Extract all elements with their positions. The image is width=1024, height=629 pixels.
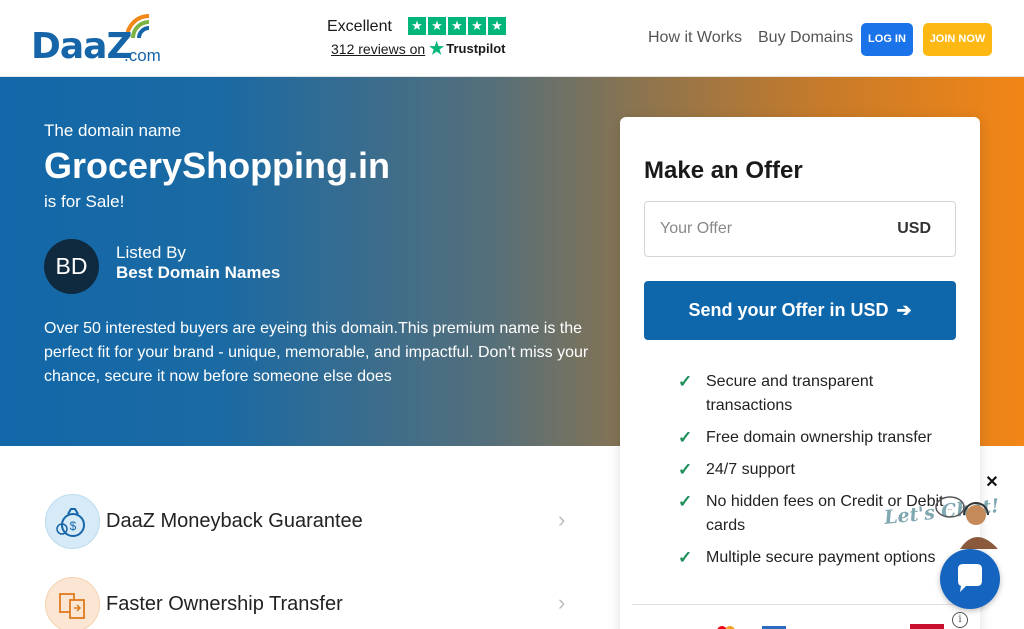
chat-bubble-icon [958, 564, 982, 592]
trust-rating-label: Excellent [327, 18, 392, 35]
feature-label: Faster Ownership Transfer [106, 593, 343, 615]
trustpilot-brand: ★ Trustpilot [429, 38, 506, 58]
domain-name-title: GroceryShopping.in [44, 145, 391, 186]
send-offer-label: Send your Offer in USD [688, 300, 889, 320]
feature-moneyback-guarantee[interactable]: $ DaaZ Moneyback Guarantee › [45, 494, 585, 550]
star-icon: ★ [428, 17, 446, 35]
trustpilot-label: Trustpilot [446, 41, 506, 56]
seller-name[interactable]: Best Domain Names [116, 263, 280, 283]
check-icon: ✓ [678, 548, 693, 567]
check-icon: ✓ [678, 492, 693, 511]
seller-avatar: BD [44, 239, 99, 294]
trust-stars: ★ ★ ★ ★ ★ [408, 17, 506, 35]
arrow-right-icon: ➔ [896, 300, 912, 320]
chat-agent-illustration: .. [935, 496, 998, 549]
benefit-text: Secure and transparent transactions [706, 373, 874, 414]
chat-close-icon[interactable]: ✕ [984, 474, 1000, 492]
benefit-item: ✓ Secure and transparent transactions [678, 370, 958, 418]
site-header: DaaZ .com Excellent ★ ★ ★ ★ ★ 312 review… [0, 0, 1024, 77]
info-icon[interactable]: i [952, 612, 968, 628]
offer-input-group: USD [644, 201, 956, 257]
star-icon: ★ [468, 17, 486, 35]
moneybag-icon: $ [45, 494, 100, 549]
reviews-link[interactable]: 312 reviews on [331, 41, 425, 57]
transfer-document-icon [45, 577, 100, 629]
check-icon: ✓ [678, 372, 693, 391]
payment-methods-icon [717, 624, 944, 629]
listed-by-label: Listed By [116, 243, 186, 262]
logo-wordmark: DaaZ [31, 26, 133, 67]
chevron-right-icon: › [558, 507, 566, 532]
benefit-text: Multiple secure payment options [706, 549, 936, 566]
make-offer-card: Make an Offer USD Send your Offer in USD… [620, 117, 980, 629]
currency-label: USD [897, 220, 931, 237]
check-icon: ✓ [678, 428, 693, 447]
feature-label: DaaZ Moneyback Guarantee [106, 510, 363, 532]
benefits-list: ✓ Secure and transparent transactions ✓ Fr… [678, 370, 958, 578]
benefit-text: 24/7 support [706, 461, 795, 478]
chevron-right-icon: › [558, 590, 566, 615]
chat-launcher-button[interactable] [940, 549, 1000, 609]
star-icon: ★ [448, 17, 466, 35]
star-icon: ★ [488, 17, 506, 35]
feature-faster-transfer[interactable]: Faster Ownership Transfer › [45, 577, 585, 629]
check-icon: ✓ [678, 460, 693, 479]
offer-amount-input[interactable] [645, 202, 875, 256]
hero-post-title: is for Sale! [44, 192, 125, 211]
daaz-logo[interactable]: DaaZ .com [31, 12, 181, 68]
star-icon: ★ [408, 17, 426, 35]
nav-buy-domains[interactable]: Buy Domains [758, 29, 853, 47]
hero-description: Over 50 interested buyers are eyeing thi… [44, 320, 589, 385]
card-divider [632, 604, 968, 605]
login-button[interactable]: LOG IN [861, 23, 913, 56]
svg-text:$: $ [70, 519, 77, 533]
benefit-item: ✓ Multiple secure payment options [678, 546, 958, 570]
svg-text:..: .. [948, 503, 952, 512]
trustpilot-star-icon: ★ [429, 38, 445, 58]
benefit-item: ✓ 24/7 support [678, 458, 958, 482]
send-offer-button[interactable]: Send your Offer in USD ➔ [644, 281, 956, 340]
join-now-button[interactable]: JOIN NOW [923, 23, 992, 56]
hero-pre-title: The domain name [44, 121, 182, 140]
logo-suffix: .com [124, 46, 161, 65]
nav-how-it-works[interactable]: How it Works [648, 29, 742, 47]
benefit-item: ✓ Free domain ownership transfer [678, 426, 958, 450]
benefit-text: Free domain ownership transfer [706, 429, 932, 446]
offer-card-title: Make an Offer [644, 157, 803, 184]
